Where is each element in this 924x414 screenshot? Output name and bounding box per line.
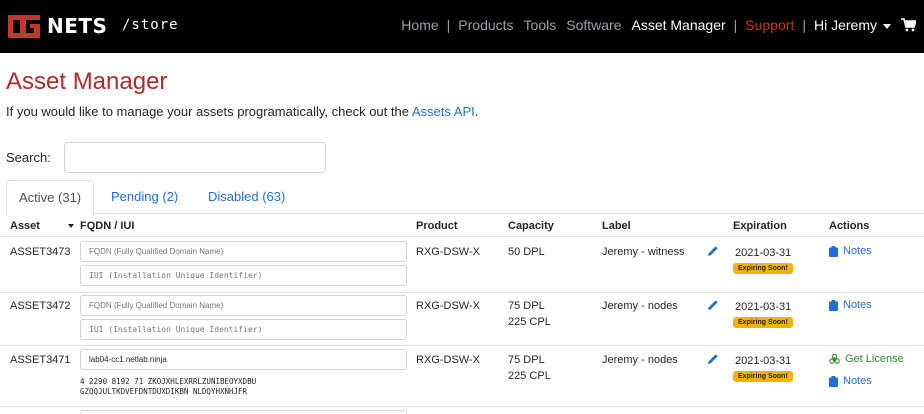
logo-text[interactable]: NETS — [47, 14, 107, 38]
expiration-date: 2021-03-31 — [735, 355, 792, 367]
asset-label: Jeremy - nodes — [602, 300, 678, 312]
header-actions: Actions — [829, 220, 870, 232]
chevron-down-icon — [883, 23, 891, 29]
fqdn-field[interactable] — [80, 349, 407, 370]
header-expiration[interactable]: Expiration — [733, 220, 787, 232]
status-badge: Expiring Soon! — [733, 317, 793, 328]
intro-text: If you would like to manage your assets … — [6, 104, 478, 119]
expiration-date: 2021-03-31 — [735, 301, 792, 313]
status-badge: Expiring Soon! — [733, 263, 793, 274]
notes-link[interactable]: Notes — [829, 245, 872, 257]
product-name: RXG-DSW-X — [416, 246, 480, 258]
fqdn-field[interactable] — [80, 295, 407, 316]
search-label: Search: — [6, 150, 51, 165]
nav-separator: | — [446, 17, 451, 33]
tab-active[interactable]: Active (31) — [6, 180, 95, 215]
tab-pending[interactable]: Pending (2) — [99, 180, 190, 214]
search-input[interactable] — [64, 142, 326, 173]
notes-link[interactable]: Notes — [829, 375, 872, 387]
nav-tools[interactable]: Tools — [524, 17, 557, 33]
product-name: RXG-DSW-X — [416, 354, 480, 366]
tab-disabled[interactable]: Disabled (63) — [196, 180, 297, 214]
page-title: Asset Manager — [6, 68, 168, 95]
asset-label: Jeremy - witness — [602, 246, 685, 258]
nav-products[interactable]: Products — [458, 17, 513, 33]
asset-id: ASSET3471 — [10, 354, 71, 366]
user-greeting: Hi Jeremy — [813, 17, 877, 33]
nav-asset-manager[interactable]: Asset Manager — [631, 17, 725, 33]
capacity-value: 50 DPL — [508, 246, 545, 258]
get-license-link[interactable]: Get License — [829, 353, 904, 365]
biohazard-icon — [829, 353, 840, 364]
nav-support[interactable]: Support — [745, 17, 794, 33]
header-divider — [0, 236, 924, 237]
nav-separator: | — [802, 17, 806, 33]
pencil-icon[interactable] — [707, 245, 719, 257]
fqdn-field[interactable] — [80, 241, 407, 262]
cart-icon[interactable] — [901, 18, 916, 32]
status-tabs: Active (31) Pending (2) Disabled (63) — [6, 180, 924, 215]
capacity-value: 225 CPL — [508, 370, 551, 382]
pencil-icon[interactable] — [707, 299, 719, 311]
notes-link[interactable]: Notes — [829, 299, 872, 311]
header-capacity[interactable]: Capacity — [508, 220, 554, 232]
iui-value: GZQQJULTKDVEFDNTDUXDIKBN NLDQYHXNHJFR — [80, 387, 248, 396]
clipboard-icon — [829, 375, 838, 387]
logo-icon[interactable] — [6, 13, 42, 40]
nav-separator: | — [733, 17, 738, 33]
capacity-value: 225 CPL — [508, 316, 551, 328]
asset-id: ASSET3472 — [10, 300, 71, 312]
iui-field[interactable] — [80, 319, 407, 340]
iui-field[interactable] — [80, 265, 407, 286]
header-product[interactable]: Product — [416, 220, 458, 232]
user-menu[interactable]: Hi Jeremy — [814, 17, 891, 33]
nav-software[interactable]: Software — [566, 17, 621, 33]
capacity-value: 75 DPL — [508, 300, 545, 312]
row-divider — [0, 406, 924, 407]
clipboard-icon — [829, 299, 838, 311]
header-label[interactable]: Label — [602, 220, 631, 232]
clipboard-icon — [829, 245, 838, 257]
nav-links: Home | Products Tools Software Asset Man… — [401, 17, 916, 33]
expiration-date: 2021-03-31 — [735, 247, 792, 259]
capacity-value: 75 DPL — [508, 354, 545, 366]
header-fqdn-iui[interactable]: FQDN / IUI — [62, 220, 134, 232]
product-name: RXG-DSW-X — [416, 300, 480, 312]
sort-desc-icon — [68, 223, 74, 228]
status-badge: Expiring Soon! — [733, 371, 793, 382]
asset-id: ASSET3473 — [10, 246, 71, 258]
pencil-icon[interactable] — [707, 353, 719, 365]
asset-label: Jeremy - nodes — [602, 354, 678, 366]
intro-body: If you would like to manage your assets … — [6, 104, 412, 119]
iui-value: 4 2290 8192 71 ZKOJXHLEXRRLZUNIBEOYXDBU — [80, 377, 257, 386]
nav-home[interactable]: Home — [401, 17, 438, 33]
header-asset[interactable]: Asset — [10, 220, 40, 232]
store-path: /store — [122, 17, 179, 33]
assets-api-link[interactable]: Assets API — [412, 104, 475, 119]
intro-suffix: . — [474, 104, 479, 119]
row-divider — [0, 292, 924, 293]
fqdn-field-next-row[interactable] — [80, 410, 407, 414]
row-divider — [0, 345, 924, 346]
navbar: NETS /store Home | Products Tools Softwa… — [0, 0, 924, 53]
